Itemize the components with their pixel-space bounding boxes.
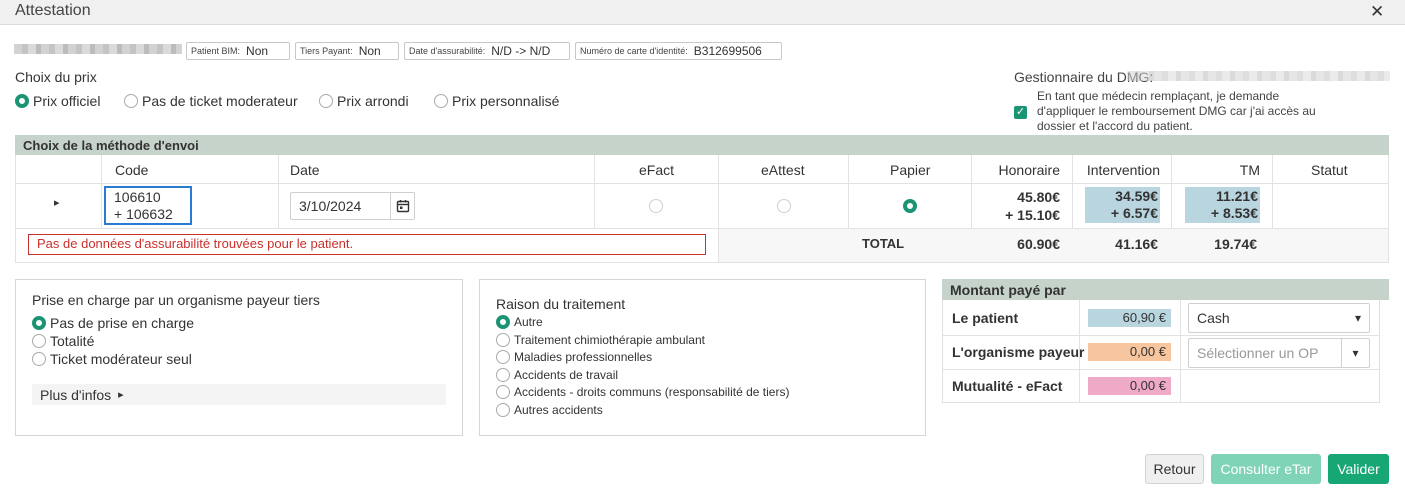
insurability-error: Pas de données d'assurabilité trouvées p… bbox=[28, 234, 706, 255]
third-party-option-ticket[interactable]: Ticket modérateur seul bbox=[32, 351, 192, 367]
total-honoraire: 60.90€ bbox=[1017, 236, 1060, 252]
reason-option-accidents-travail[interactable]: Accidents de travail bbox=[496, 368, 618, 382]
more-info-toggle[interactable]: Plus d'infos ▸ bbox=[32, 384, 446, 405]
radio-icon[interactable] bbox=[496, 403, 510, 417]
intervention-cell: 34.59€ + 6.57€ bbox=[1085, 187, 1160, 223]
radio-icon[interactable] bbox=[496, 350, 510, 364]
radio-icon[interactable] bbox=[32, 316, 46, 330]
radio-icon[interactable] bbox=[319, 94, 333, 108]
col-header-honoraire: Honoraire bbox=[998, 162, 1060, 178]
reason-option-autre[interactable]: Autre bbox=[496, 315, 543, 329]
reason-option-autres-accidents[interactable]: Autres accidents bbox=[496, 403, 603, 417]
payment-header: Montant payé par bbox=[942, 279, 1389, 300]
radio-icon[interactable] bbox=[496, 315, 510, 329]
payment-label-mutualite: Mutualité - eFact bbox=[952, 378, 1063, 394]
radio-icon[interactable] bbox=[434, 94, 448, 108]
reason-option-droits-communs[interactable]: Accidents - droits communs (responsabili… bbox=[496, 385, 789, 399]
price-option-no-ticket[interactable]: Pas de ticket moderateur bbox=[124, 93, 298, 109]
third-party-title: Prise en charge par un organisme payeur … bbox=[32, 292, 320, 308]
payment-label-organisme: L'organisme payeur bbox=[952, 344, 1085, 360]
price-option-officiel[interactable]: Prix officiel bbox=[15, 93, 100, 109]
date-input[interactable]: 3/10/2024 bbox=[290, 192, 415, 220]
reason-option-maladies[interactable]: Maladies professionnelles bbox=[496, 350, 652, 364]
col-header-statut: Statut bbox=[1311, 162, 1348, 178]
payment-label-patient: Le patient bbox=[952, 310, 1019, 326]
radio-icon[interactable] bbox=[124, 94, 138, 108]
radio-icon[interactable] bbox=[32, 352, 46, 366]
radio-icon[interactable] bbox=[496, 385, 510, 399]
dmg-checkbox[interactable]: ✓ bbox=[1014, 106, 1027, 119]
radio-icon[interactable] bbox=[15, 94, 29, 108]
chip-patient-bim: Patient BIM: Non bbox=[186, 42, 290, 60]
calendar-icon[interactable] bbox=[390, 193, 414, 219]
reason-option-chimio[interactable]: Traitement chimiothérapie ambulant bbox=[496, 333, 705, 347]
payment-method-select[interactable]: Cash ▾ bbox=[1188, 303, 1370, 333]
chip-date-assurabilite: Date d'assurabilité: N/D -> N/D bbox=[404, 42, 570, 60]
col-header-tm: TM bbox=[1239, 162, 1260, 178]
payment-amount-mutualite: 0,00 € bbox=[1088, 377, 1171, 395]
total-tm: 19.74€ bbox=[1214, 236, 1257, 252]
radio-icon[interactable] bbox=[496, 368, 510, 382]
chevron-down-icon: ▾ bbox=[1354, 311, 1361, 325]
dmg-name-redacted bbox=[1127, 71, 1390, 81]
patient-name-redacted bbox=[14, 44, 182, 54]
col-header-intervention: Intervention bbox=[1086, 162, 1160, 178]
code-cell[interactable]: 106610 + 106632 bbox=[104, 186, 192, 225]
dialog-title: Attestation bbox=[15, 2, 91, 19]
col-header-code: Code bbox=[115, 162, 149, 178]
radio-icon[interactable] bbox=[496, 333, 510, 347]
papier-radio[interactable] bbox=[903, 199, 917, 213]
chip-tiers-payant: Tiers Payant: Non bbox=[295, 42, 399, 60]
back-button[interactable]: Retour bbox=[1145, 454, 1204, 484]
consult-etar-button[interactable]: Consulter eTar bbox=[1211, 454, 1321, 484]
caret-right-icon: ▸ bbox=[118, 389, 124, 401]
send-method-header: Choix de la méthode d'envoi bbox=[15, 135, 1389, 155]
close-icon[interactable]: ✕ bbox=[1370, 2, 1384, 22]
treatment-reason-title: Raison du traitement bbox=[496, 296, 626, 312]
radio-icon[interactable] bbox=[32, 334, 46, 348]
col-header-date: Date bbox=[290, 162, 320, 178]
tm-cell: 11.21€ + 8.53€ bbox=[1185, 187, 1260, 223]
price-choice-title: Choix du prix bbox=[15, 69, 97, 85]
title-bar: Attestation ✕ bbox=[0, 0, 1405, 25]
chip-id-card: Numéro de carte d'identité: B312699506 bbox=[575, 42, 782, 60]
col-header-papier: Papier bbox=[890, 162, 931, 178]
third-party-option-none[interactable]: Pas de prise en charge bbox=[32, 315, 194, 331]
price-option-arrondi[interactable]: Prix arrondi bbox=[319, 93, 409, 109]
col-header-eattest: eAttest bbox=[761, 162, 805, 178]
payment-amount-organisme: 0,00 € bbox=[1088, 343, 1171, 361]
price-option-personnalise[interactable]: Prix personnalisé bbox=[434, 93, 559, 109]
expand-row-icon[interactable]: ▸ bbox=[54, 196, 60, 209]
payment-amount-patient: 60,90 € bbox=[1088, 309, 1171, 327]
eattest-radio[interactable] bbox=[777, 199, 791, 213]
total-label: TOTAL bbox=[862, 236, 905, 251]
col-header-efact: eFact bbox=[639, 162, 675, 178]
total-intervention: 41.16€ bbox=[1115, 236, 1158, 252]
honoraire-cell: 45.80€ + 15.10€ bbox=[1005, 189, 1060, 223]
validate-button[interactable]: Valider bbox=[1328, 454, 1389, 484]
chevron-down-icon: ▾ bbox=[1341, 339, 1369, 367]
third-party-option-total[interactable]: Totalité bbox=[32, 333, 94, 349]
efact-radio[interactable] bbox=[649, 199, 663, 213]
dmg-checkbox-label: En tant que médecin remplaçant, je deman… bbox=[1037, 89, 1316, 133]
organisme-select[interactable]: Sélectionner un OP ▾ bbox=[1188, 338, 1370, 368]
